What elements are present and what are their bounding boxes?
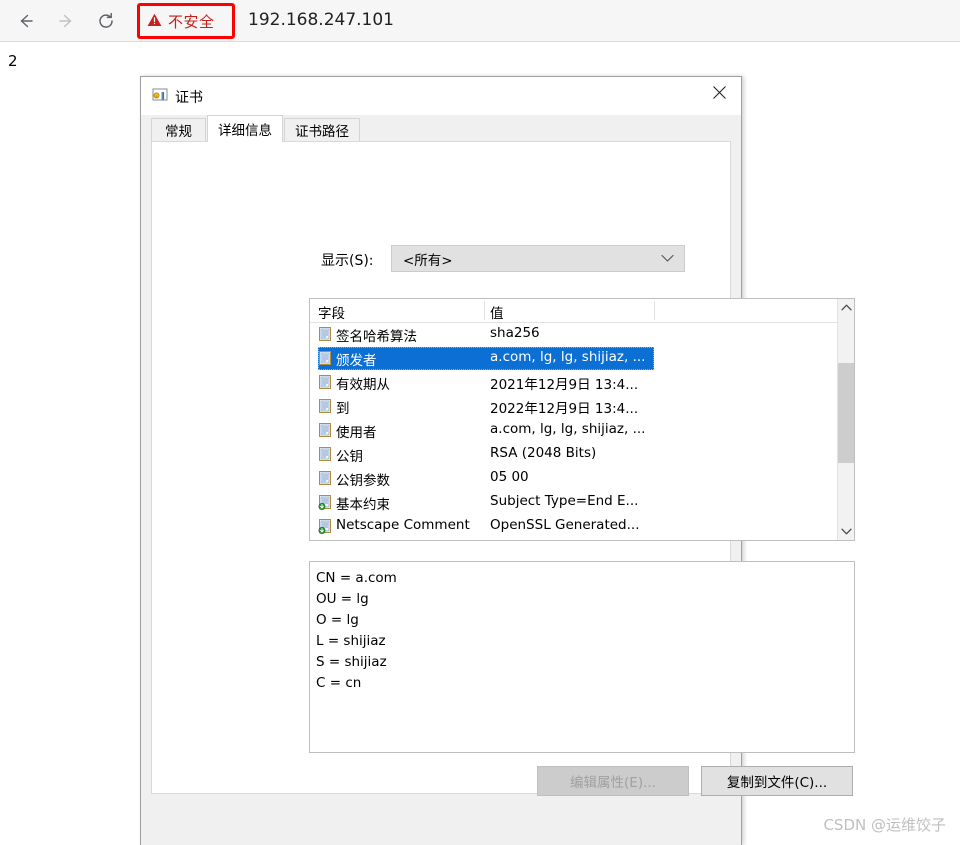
copy-to-file-label: 复制到文件(C)... — [726, 775, 828, 791]
close-button[interactable] — [697, 77, 741, 107]
row-field-value: RSA (2048 Bits) — [490, 445, 597, 461]
column-divider[interactable] — [654, 301, 655, 320]
column-divider[interactable] — [484, 301, 485, 320]
row-field-name: 有效期从 — [336, 377, 390, 393]
table-row[interactable]: 公钥 RSA (2048 Bits) — [310, 443, 854, 467]
tab-certification-path[interactable]: 证书路径 — [284, 118, 360, 141]
table-row[interactable]: 公钥参数 05 00 — [310, 467, 854, 491]
address-bar-url[interactable]: 192.168.247.101 — [248, 4, 394, 36]
field-icon — [318, 471, 332, 486]
row-field-value: a.com, lg, lg, shijiaz, ... — [490, 349, 646, 365]
field-icon — [318, 447, 332, 462]
chevron-down-icon — [661, 254, 674, 263]
reload-icon — [96, 11, 116, 31]
row-field-name: 签名哈希算法 — [336, 329, 417, 345]
detail-line: O = lg — [316, 612, 359, 628]
column-header-value: 值 — [490, 306, 504, 322]
row-field-name: 使用者 — [336, 425, 377, 441]
tab-details[interactable]: 详细信息 — [207, 115, 283, 142]
row-field-value: 2021年12月9日 13:4... — [490, 377, 639, 393]
row-field-name: 颁发者 — [336, 353, 377, 369]
dialog-titlebar: 证书 — [141, 77, 741, 115]
detail-line: S = shijiaz — [316, 654, 387, 670]
row-field-value: 2022年12月9日 13:4... — [490, 401, 639, 417]
scroll-down-button[interactable] — [838, 523, 854, 540]
certificate-fields-list[interactable]: 字段 值 签名哈希算法 sha256 颁发者 a.com, lg, lg, shiji… — [309, 298, 855, 541]
tab-certification-path-label: 证书路径 — [295, 124, 349, 140]
row-field-value: a.com, lg, lg, shijiaz, ... — [490, 421, 646, 437]
tab-general[interactable]: 常规 — [151, 118, 206, 141]
arrow-right-icon — [56, 11, 76, 31]
list-vertical-scrollbar[interactable] — [837, 299, 854, 540]
row-field-name: 公钥参数 — [336, 473, 390, 489]
security-status-label: 不安全 — [168, 12, 215, 31]
page-body-text: 2 — [8, 52, 18, 70]
detail-line: OU = lg — [316, 591, 369, 607]
table-row[interactable]: 有效期从 2021年12月9日 13:4... — [310, 371, 854, 395]
row-field-value: 05 00 — [490, 469, 529, 485]
list-header: 字段 值 — [310, 299, 854, 323]
table-row[interactable]: 签名哈希算法 sha256 — [310, 323, 854, 347]
reload-button[interactable] — [92, 7, 120, 35]
list-rows: 签名哈希算法 sha256 颁发者 a.com, lg, lg, shijiaz, .… — [310, 323, 854, 539]
edit-properties-button[interactable]: 编辑属性(E)... — [537, 766, 689, 796]
copy-to-file-button[interactable]: 复制到文件(C)... — [701, 766, 853, 796]
row-field-value: Subject Type=End E... — [490, 493, 639, 509]
field-detail-textbox[interactable]: CN = a.com OU = lg O = lg L = shijiaz S = sh… — [309, 561, 855, 753]
browser-toolbar: 不安全 192.168.247.101 — [0, 0, 960, 42]
security-indicator-highlight[interactable]: 不安全 — [137, 3, 235, 39]
watermark: CSDN @运维饺子 — [823, 816, 946, 834]
chevron-down-icon — [841, 528, 852, 535]
table-row[interactable]: 到 2022年12月9日 13:4... — [310, 395, 854, 419]
column-header-field: 字段 — [318, 306, 345, 322]
back-button[interactable] — [12, 7, 40, 35]
tab-details-label: 详细信息 — [218, 123, 272, 139]
screen: 不安全 192.168.247.101 2 证书 常规 详细信息 证书路径 显示… — [0, 0, 960, 845]
row-highlight — [318, 443, 654, 466]
certificate-icon — [151, 88, 169, 105]
close-icon — [712, 85, 727, 100]
table-row[interactable]: 颁发者 a.com, lg, lg, shijiaz, ... — [310, 347, 854, 371]
show-dropdown-value: <所有> — [403, 252, 453, 269]
scrollbar-thumb[interactable] — [838, 363, 854, 463]
detail-line: L = shijiaz — [316, 633, 386, 649]
certificate-dialog: 证书 常规 详细信息 证书路径 显示(S): <所有> 字段 值 签名哈希算法 … — [140, 76, 855, 845]
dialog-title: 证书 — [175, 90, 203, 106]
show-label: 显示(S): — [321, 253, 374, 269]
detail-line: C = cn — [316, 675, 362, 691]
tab-general-label: 常规 — [165, 124, 192, 140]
table-row[interactable]: Netscape Comment OpenSSL Generated... — [310, 515, 854, 539]
row-field-name: 公钥 — [336, 449, 363, 465]
arrow-left-icon — [16, 11, 36, 31]
edit-properties-label: 编辑属性(E)... — [570, 775, 656, 791]
tab-strip: 常规 详细信息 证书路径 — [141, 115, 741, 142]
extension-icon — [318, 495, 332, 510]
row-field-value: OpenSSL Generated... — [490, 517, 640, 533]
scroll-up-button[interactable] — [838, 299, 854, 316]
table-row[interactable]: 使用者 a.com, lg, lg, shijiaz, ... — [310, 419, 854, 443]
forward-button[interactable] — [52, 7, 80, 35]
field-icon — [318, 423, 332, 438]
detail-line: CN = a.com — [316, 570, 397, 586]
row-field-name: Netscape Comment — [336, 517, 470, 533]
field-icon — [318, 351, 332, 366]
field-icon — [318, 375, 332, 390]
extension-icon — [318, 519, 332, 534]
warning-triangle-icon — [147, 13, 162, 27]
chevron-up-icon — [841, 304, 852, 311]
show-dropdown[interactable]: <所有> — [391, 245, 685, 272]
field-icon — [318, 327, 332, 342]
field-icon — [318, 399, 332, 414]
row-field-name: 到 — [336, 401, 350, 417]
table-row[interactable]: 基本约束 Subject Type=End E... — [310, 491, 854, 515]
row-field-value: sha256 — [490, 325, 540, 341]
row-field-name: 基本约束 — [336, 497, 390, 513]
